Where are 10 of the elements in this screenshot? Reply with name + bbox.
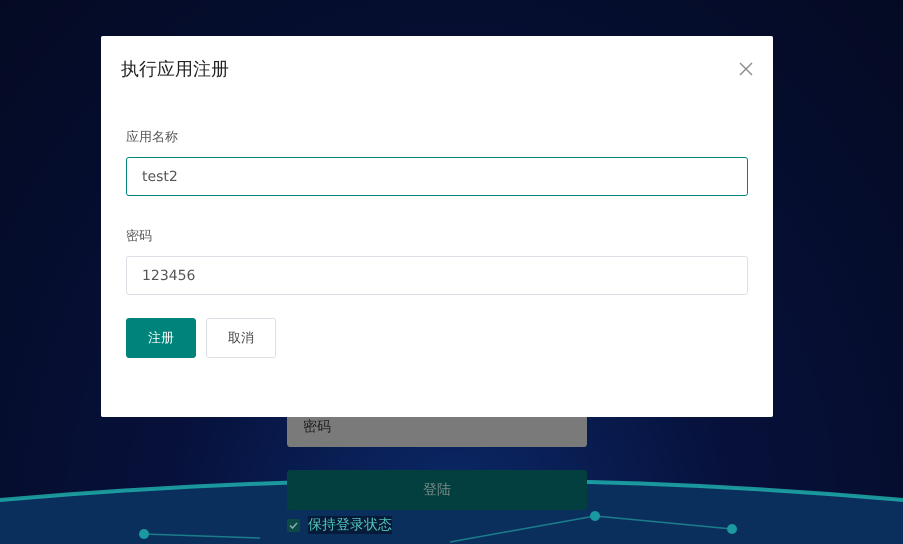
cancel-button[interactable]: 取消 [206, 318, 276, 358]
dialog-title: 执行应用注册 [121, 58, 229, 81]
register-button[interactable]: 注册 [126, 318, 196, 358]
close-icon [739, 62, 753, 76]
field-label: 应用名称 [126, 129, 179, 146]
remember-checkbox[interactable] [287, 518, 300, 532]
remember-label: 保持登录状态 [308, 516, 392, 534]
field-label: 密码 [126, 228, 153, 245]
input-field[interactable]: 123456 [126, 256, 748, 295]
input-field[interactable]: test2 [126, 157, 748, 196]
